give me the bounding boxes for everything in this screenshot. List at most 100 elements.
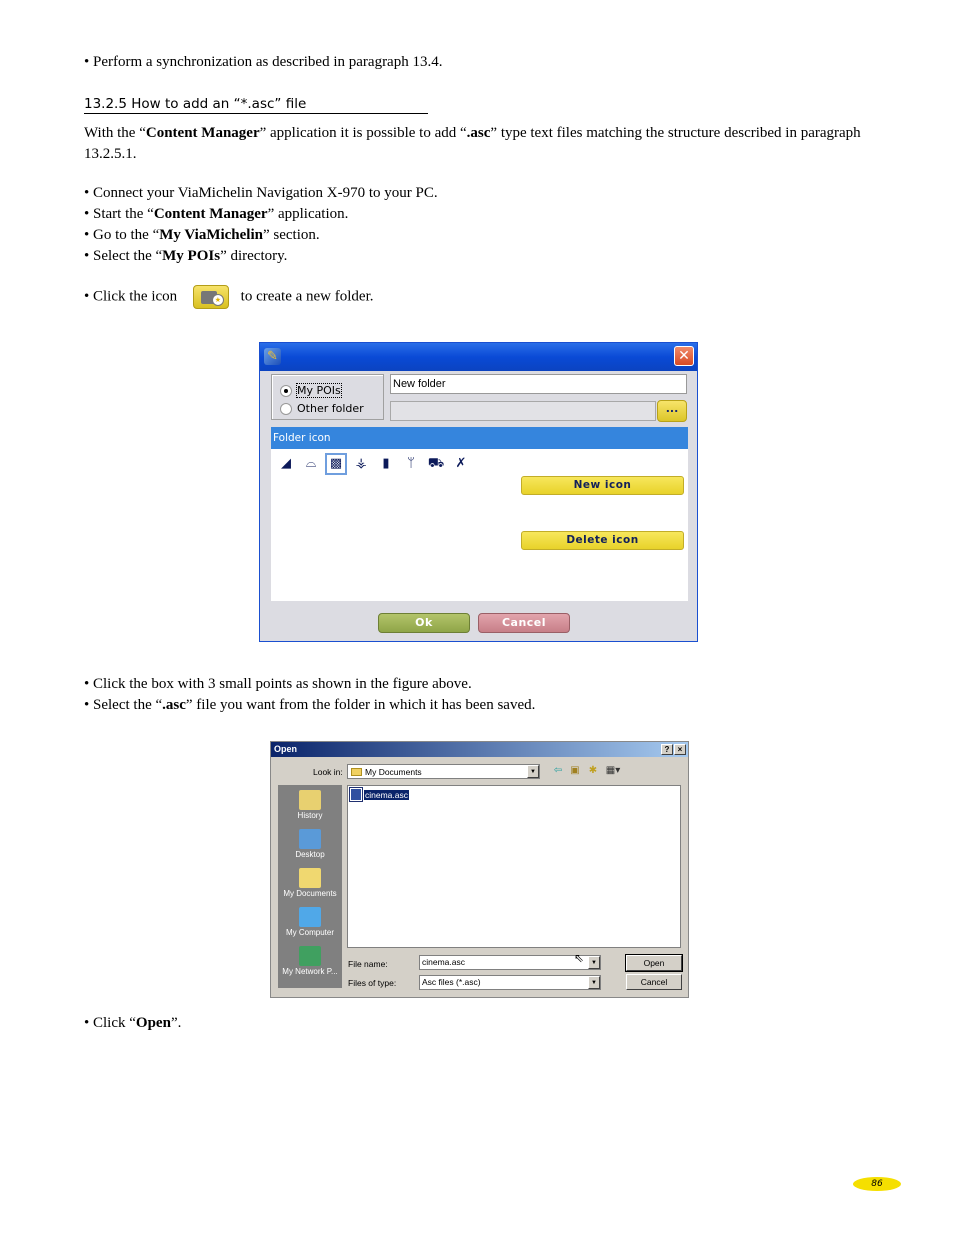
file-type-label: Files of type:	[348, 978, 397, 988]
file-icon	[349, 787, 363, 802]
help-button[interactable]: ?	[661, 744, 673, 755]
step-item: • Go to the “My ViaMichelin” section.	[84, 225, 438, 246]
radio-label: My POIs	[296, 383, 342, 398]
new-folder-dialog: ✎ ✕ My POIs Other folder New folder ... …	[259, 342, 698, 642]
intro-bold-app: Content Manager	[145, 125, 260, 141]
section-heading: 13.2.5 How to add an “*.asc” file	[84, 95, 428, 114]
chevron-down-icon[interactable]: ▼	[588, 976, 600, 989]
dialog-title: Open	[274, 744, 298, 754]
folder-location-group: My POIs Other folder	[271, 374, 384, 420]
step-text: to create a new folder.	[240, 288, 374, 305]
cinema-icon[interactable]: ◢	[275, 453, 297, 475]
step-text: • Go to the “	[84, 227, 160, 243]
look-in-dropdown[interactable]: My Documents ▼	[347, 764, 540, 779]
pen-icon: ✎	[264, 348, 281, 365]
step-item: • Select the “My POIs” directory.	[84, 246, 438, 267]
dialog-titlebar: ✎ ✕	[260, 343, 697, 371]
car-icon[interactable]: ⛟	[425, 453, 447, 475]
file-type-select[interactable]: Asc files (*.asc)	[419, 975, 601, 990]
place-my-network[interactable]: My Network P...	[278, 946, 342, 976]
desktop-icon	[299, 829, 321, 849]
step-synchronize: • Perform a synchronization as described…	[84, 54, 443, 70]
place-label: Desktop	[295, 850, 325, 859]
mouse-cursor-icon: ⇖	[574, 951, 585, 965]
panel-header: Folder icon	[271, 427, 688, 449]
radio-button[interactable]	[280, 384, 292, 397]
my-computer-icon	[299, 907, 321, 927]
radio-label: Other folder	[297, 402, 364, 415]
chevron-down-icon[interactable]: ▼	[527, 765, 539, 778]
network-icon	[299, 946, 321, 966]
place-my-computer[interactable]: My Computer	[278, 907, 342, 937]
open-button[interactable]: Open	[625, 954, 683, 972]
cancel-button[interactable]: Cancel	[626, 974, 682, 990]
satellite-dish-icon[interactable]: ⚶	[350, 453, 372, 475]
step-text: • Select the “	[84, 697, 163, 713]
folder-icon	[351, 767, 362, 776]
file-name: cinema.asc	[364, 789, 409, 800]
restaurant-icon[interactable]: ᛘ	[400, 453, 422, 475]
step-text: ” directory.	[220, 248, 288, 264]
open-file-dialog: Open ? × Look in: My Documents ▼ ⇦ ▣ ✱ ▦…	[270, 741, 689, 998]
browse-button[interactable]: ...	[657, 400, 687, 422]
step-item: • Start the “Content Manager” applicatio…	[84, 204, 438, 225]
step-bold: .asc	[162, 697, 186, 713]
look-in-value: My Documents	[365, 766, 422, 777]
radio-my-pois[interactable]: My POIs	[280, 383, 342, 398]
intro-bold-ext: .asc	[466, 125, 491, 141]
close-button[interactable]: ×	[674, 744, 686, 755]
step-text: • Select the “	[84, 248, 163, 264]
back-icon[interactable]: ⇦	[551, 765, 565, 777]
intro-text: With the “	[84, 125, 146, 141]
place-history[interactable]: History	[278, 790, 342, 820]
step-text: ” file you want from the folder in which…	[185, 697, 536, 713]
history-icon	[299, 790, 321, 810]
delete-icon-button[interactable]: Delete icon	[521, 531, 684, 550]
step-item: • Connect your ViaMichelin Navigation X-…	[84, 183, 438, 204]
step-bold: Content Manager	[153, 206, 268, 222]
new-icon-button[interactable]: New icon	[521, 476, 684, 495]
places-bar: History Desktop My Documents My Computer…	[278, 785, 342, 988]
new-folder-icon[interactable]: ✱	[586, 765, 600, 777]
steps-list: • Connect your ViaMichelin Navigation X-…	[84, 183, 438, 267]
look-in-label: Look in:	[313, 767, 343, 777]
step-item: • Click the box with 3 small points as s…	[84, 674, 535, 695]
file-name-label: File name:	[348, 959, 388, 969]
steps-list-2: • Click the box with 3 small points as s…	[84, 674, 535, 716]
step-text: ”.	[170, 1015, 182, 1031]
ok-button[interactable]: Ok	[378, 613, 470, 633]
shopping-basket-icon[interactable]: ⌓	[300, 453, 322, 475]
step-text: • Click the icon	[84, 288, 178, 305]
step-click-icon: • Click the icon ★ to create a new folde…	[84, 285, 374, 309]
place-my-documents[interactable]: My Documents	[278, 868, 342, 898]
up-folder-icon[interactable]: ▣	[568, 765, 582, 777]
icon-picker: ◢ ⌓ ▩ ⚶ ▮ ᛘ ⛟ ✗	[275, 453, 472, 475]
intro-text: ” application it is possible to add “	[259, 125, 467, 141]
step-text: • Start the “	[84, 206, 154, 222]
close-button[interactable]: ✕	[674, 346, 694, 366]
step-text: • Click the box with 3 small points as s…	[84, 676, 472, 692]
page-number: 86	[853, 1177, 901, 1191]
file-list[interactable]: cinema.asc	[347, 785, 681, 948]
folder-name-input[interactable]: New folder	[390, 374, 687, 394]
place-label: My Computer	[285, 928, 334, 937]
fuel-pump-icon[interactable]: ▮	[375, 453, 397, 475]
step-text: • Click “	[84, 1015, 136, 1031]
radio-button[interactable]	[280, 402, 292, 415]
step-bold: My POIs	[162, 248, 221, 264]
my-documents-icon	[299, 868, 321, 888]
radio-other-folder[interactable]: Other folder	[280, 402, 364, 415]
step-bold: My ViaMichelin	[159, 227, 263, 243]
view-menu-icon[interactable]: ▦▾	[604, 765, 622, 777]
sport-icon[interactable]: ✗	[450, 453, 472, 475]
cancel-button[interactable]: Cancel	[478, 613, 570, 633]
file-item[interactable]: cinema.asc	[349, 787, 409, 802]
place-desktop[interactable]: Desktop	[278, 829, 342, 859]
folder-path-input[interactable]	[390, 401, 656, 421]
step-bold: Open	[135, 1015, 171, 1031]
step-text: ” section.	[262, 227, 320, 243]
checkered-icon[interactable]: ▩	[325, 453, 347, 475]
place-label: My Documents	[283, 889, 337, 898]
chevron-down-icon[interactable]: ▼	[588, 956, 600, 969]
place-label: My Network P...	[282, 967, 338, 976]
